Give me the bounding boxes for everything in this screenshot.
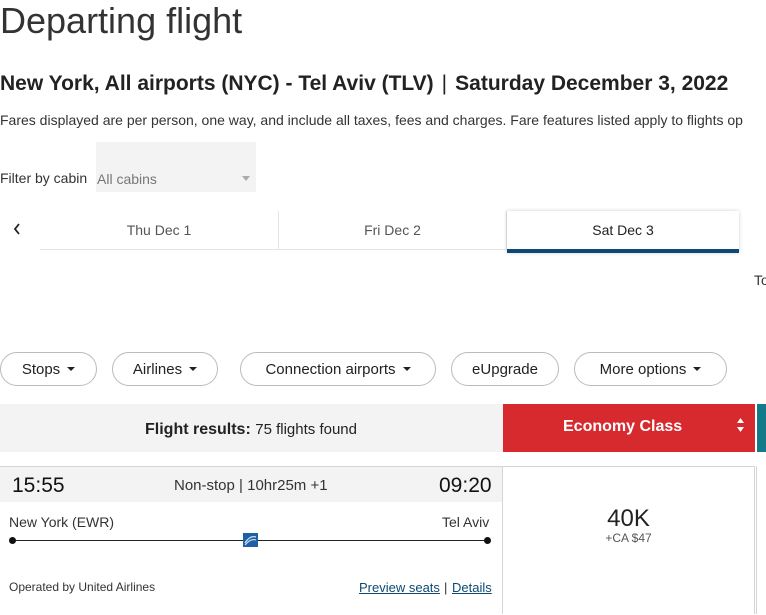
route-heading: New York, All airports (NYC) - Tel Aviv … — [0, 72, 728, 96]
united-airlines-logo-icon — [243, 533, 258, 547]
more-options-button[interactable]: More options — [574, 352, 727, 386]
page-title: Departing flight — [0, 0, 243, 41]
destination-dot — [484, 537, 491, 544]
operated-by: Operated by United Airlines — [9, 580, 156, 594]
preview-seats-link[interactable]: Preview seats — [359, 580, 440, 595]
eupgrade-filter-label: eUpgrade — [472, 360, 538, 378]
sort-arrows-icon — [736, 417, 745, 436]
arrival-time: 09:20 — [439, 474, 492, 497]
eupgrade-filter-button[interactable]: eUpgrade — [451, 352, 559, 386]
results-summary: Flight results: 75 flights found — [145, 421, 357, 439]
origin-airport: New York (EWR) — [9, 514, 115, 530]
caret-down-icon — [67, 367, 76, 371]
cabin-filter-value: All cabins — [97, 171, 157, 187]
airlines-filter-button[interactable]: Airlines — [112, 352, 218, 386]
fare-disclaimer: Fares displayed are per person, one way,… — [0, 112, 743, 128]
origin-dot — [9, 537, 16, 544]
column-divider — [756, 466, 757, 614]
date-tab-sat-dec-3[interactable]: Sat Dec 3 — [507, 211, 739, 253]
connection-airports-filter-label: Connection airports — [265, 360, 396, 378]
chevron-left-icon[interactable] — [12, 222, 28, 238]
departure-time: 15:55 — [12, 474, 65, 497]
route-text: New York, All airports (NYC) - Tel Aviv … — [0, 72, 434, 95]
date-tab-thu-dec-1[interactable]: Thu Dec 1 — [40, 211, 279, 250]
caret-down-icon — [189, 367, 198, 371]
caret-down-icon — [402, 367, 411, 371]
destination-airport: Tel Aviv — [442, 514, 490, 530]
stops-filter-button[interactable]: Stops — [0, 352, 97, 386]
link-separator: | — [444, 580, 448, 595]
flight-stops-duration: Non-stop | 10hr25m +1 — [174, 477, 328, 494]
fare-miles: 40K — [607, 505, 650, 532]
cabin-filter-label: Filter by cabin — [0, 170, 88, 186]
economy-class-sort-header[interactable]: Economy Class — [503, 404, 755, 452]
stops-filter-label: Stops — [21, 360, 61, 378]
fare-cash: +CA $47 — [605, 531, 652, 545]
date-tab-fri-dec-2[interactable]: Fri Dec 2 — [279, 211, 507, 250]
results-count: 75 flights found — [255, 421, 357, 438]
cabin-filter-select[interactable]: All cabins — [96, 142, 256, 192]
more-options-label: More options — [599, 360, 687, 378]
next-cabin-column-edge — [757, 404, 766, 452]
connection-airports-filter-button[interactable]: Connection airports — [240, 352, 436, 386]
chevron-down-icon — [242, 176, 250, 181]
departure-date: Saturday December 3, 2022 — [455, 72, 729, 95]
partial-tab-label: To — [754, 272, 766, 288]
airlines-filter-label: Airlines — [132, 360, 183, 378]
details-link[interactable]: Details — [452, 580, 492, 595]
results-label: Flight results: — [145, 421, 251, 438]
caret-down-icon — [693, 367, 702, 371]
economy-class-label: Economy Class — [563, 418, 683, 435]
route-separator: | — [441, 72, 448, 95]
